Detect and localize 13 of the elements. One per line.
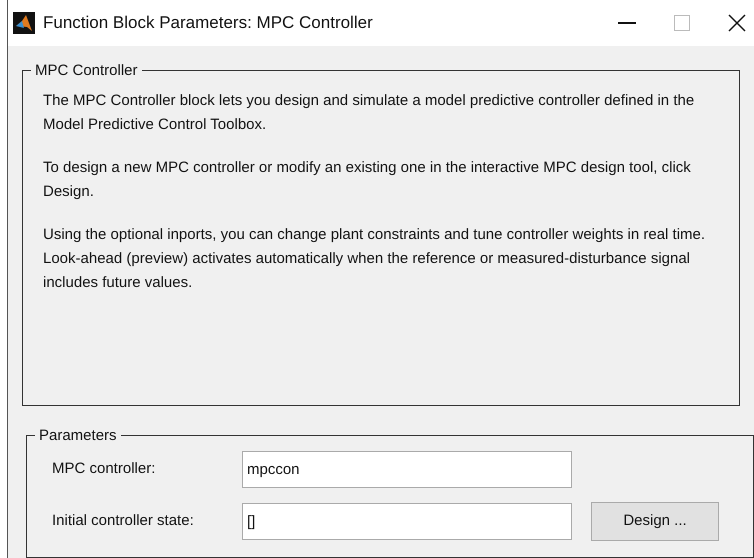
input-field[interactable]: mpccon [242,451,572,488]
design-button[interactable]: Design ... [591,502,719,541]
field-label: Initial controller state: [52,511,195,532]
close-icon[interactable] [728,14,746,32]
app-logo-icon [13,12,35,34]
minimize-icon[interactable] [618,22,636,24]
input-field[interactable]: [] [242,503,572,540]
description-paragraph: The MPC Controller block lets you design and simulate a model predictive controller defined in the Model Predictive Control Toolbox. [43,91,696,135]
maximize-icon[interactable] [674,15,690,31]
description-paragraph: To design a new MPC controller or modify an existing one in the interactive MPC design tool, click Design. [43,158,692,202]
description-paragraph: Using the optional inports, you can change plant constraints and tune controller weights in real time. Look-ahead (preview) activates automatically when the reference or measured-disturbance signal includes future values. [43,225,706,293]
field-label: MPC controller: [52,459,156,480]
window-title: Function Block Parameters: MPC Controller [43,12,373,34]
